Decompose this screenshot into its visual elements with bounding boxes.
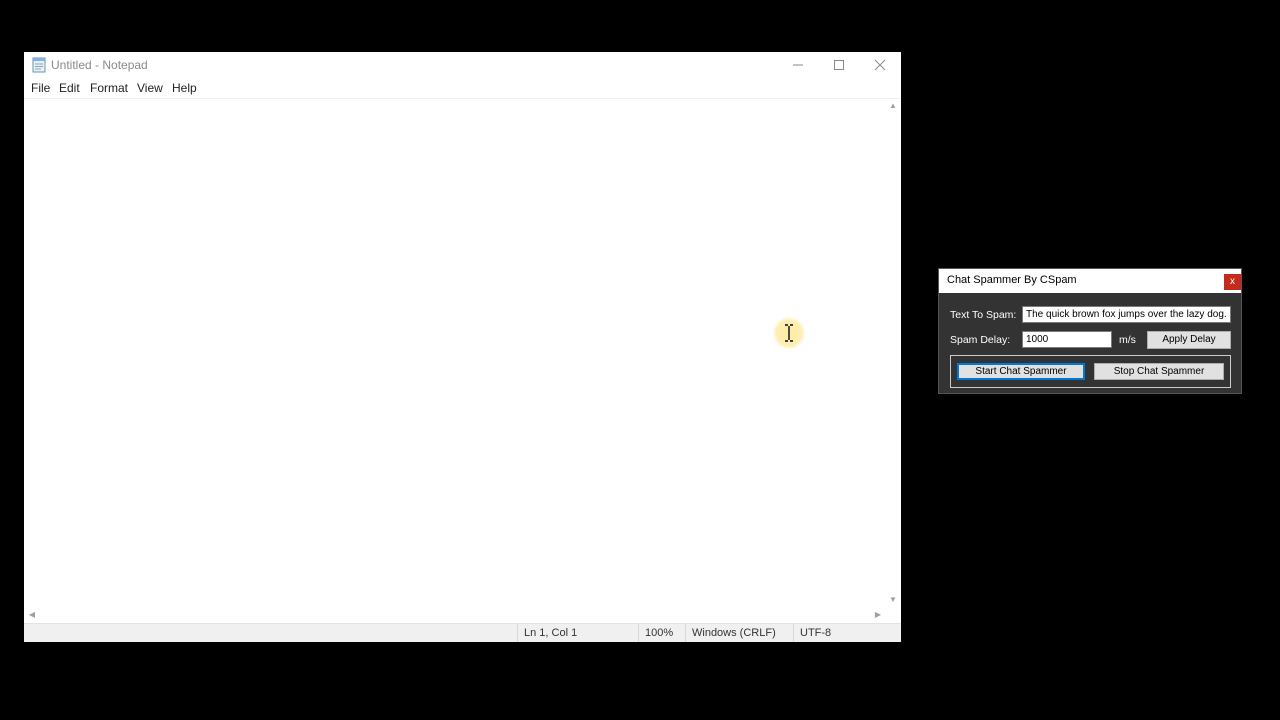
menu-view[interactable]: View [137, 81, 163, 95]
menu-edit[interactable]: Edit [59, 81, 80, 95]
scroll-up-icon[interactable]: ▲ [885, 99, 901, 113]
scroll-left-icon[interactable]: ◀ [25, 607, 39, 623]
minimize-button[interactable] [777, 52, 819, 78]
menu-format[interactable]: Format [90, 81, 128, 95]
status-line-ending: Windows (CRLF) [685, 624, 793, 642]
status-bar: Ln 1, Col 1 100% Windows (CRLF) UTF-8 [24, 623, 901, 642]
status-position: Ln 1, Col 1 [517, 624, 638, 642]
scroll-down-icon[interactable]: ▼ [885, 593, 901, 607]
status-encoding: UTF-8 [793, 624, 901, 642]
start-chat-spammer-button[interactable]: Start Chat Spammer [957, 363, 1085, 380]
title-bar[interactable]: Untitled - Notepad [24, 52, 901, 78]
text-editor-area[interactable] [24, 99, 885, 607]
scroll-right-icon[interactable]: ▶ [871, 607, 885, 623]
maximize-icon [834, 60, 844, 70]
apply-delay-button[interactable]: Apply Delay [1147, 331, 1231, 349]
spam-delay-input[interactable]: 1000 [1022, 331, 1112, 348]
close-button[interactable] [859, 52, 901, 78]
chat-spammer-dialog: Chat Spammer By CSpam x Text To Spam: Th… [938, 268, 1242, 394]
dialog-title: Chat Spammer By CSpam [947, 274, 1077, 286]
text-to-spam-input[interactable]: The quick brown fox jumps over the lazy … [1022, 306, 1231, 323]
dialog-close-button[interactable]: x [1224, 274, 1241, 290]
notepad-icon [32, 57, 46, 73]
notepad-window: Untitled - Notepad File Edit Format View… [24, 52, 901, 642]
menu-file[interactable]: File [31, 81, 50, 95]
menu-help[interactable]: Help [172, 81, 197, 95]
status-zoom: 100% [638, 624, 685, 642]
dialog-title-bar[interactable]: Chat Spammer By CSpam x [939, 269, 1241, 293]
maximize-button[interactable] [818, 52, 860, 78]
minimize-icon [793, 64, 803, 66]
text-to-spam-label: Text To Spam: [950, 309, 1017, 321]
spam-delay-label: Spam Delay: [950, 334, 1011, 346]
text-cursor-icon [785, 324, 793, 342]
menu-bar: File Edit Format View Help [24, 78, 901, 99]
stop-chat-spammer-button[interactable]: Stop Chat Spammer [1094, 363, 1224, 380]
horizontal-scrollbar[interactable]: ◀ ▶ [24, 607, 885, 623]
window-title: Untitled - Notepad [51, 58, 148, 72]
vertical-scrollbar[interactable]: ▲ ▼ [885, 99, 901, 607]
scrollbar-corner [885, 607, 901, 623]
spammer-controls-group: Start Chat Spammer Stop Chat Spammer [950, 355, 1231, 388]
delay-unit-label: m/s [1119, 334, 1136, 346]
close-icon [874, 59, 886, 71]
